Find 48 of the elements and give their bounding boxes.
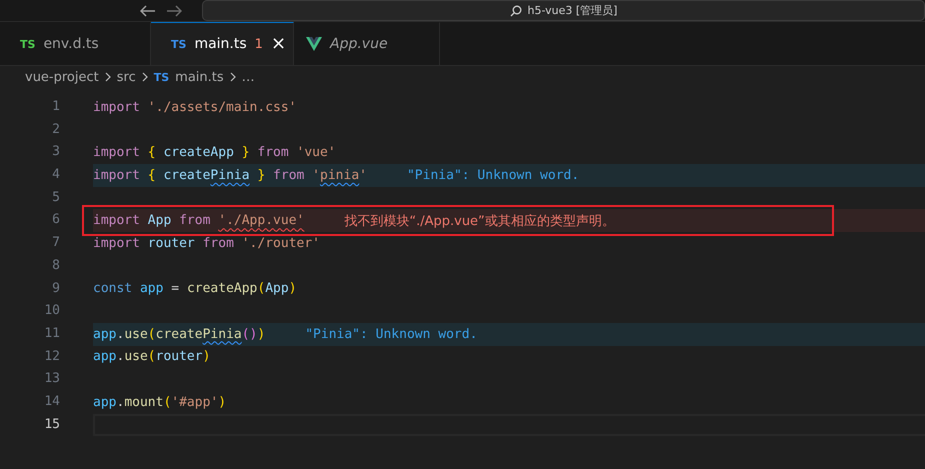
line-number: 15: [43, 416, 60, 434]
code-line: import App from './App.vue': [93, 213, 304, 228]
problem-count: 1: [254, 36, 263, 52]
line-number: 11: [43, 324, 60, 343]
breadcrumb-item[interactable]: src: [116, 70, 136, 84]
chevron-right-icon: [230, 72, 236, 82]
line-number: 5: [51, 188, 60, 207]
forward-arrow-icon[interactable]: [166, 4, 182, 16]
editor-tab[interactable]: TS main.ts 1 ×: [151, 22, 294, 65]
tab-label: main.ts: [194, 36, 247, 52]
typescript-file-icon: TS: [20, 38, 36, 50]
line-number: 12: [43, 348, 60, 366]
tab-label: env.d.ts: [43, 36, 99, 52]
breadcrumb-item[interactable]: …: [242, 70, 255, 84]
back-arrow-icon[interactable]: [140, 4, 156, 16]
line-number: 2: [51, 120, 60, 139]
line-number: 4: [51, 166, 60, 184]
code-line: app.use(createPinia()): [93, 326, 266, 342]
diagnostic-message: "Pinia": Unknown word.: [305, 326, 478, 342]
line-number: 13: [43, 370, 60, 388]
vue-file-icon: [306, 37, 322, 51]
line-number: 8: [51, 256, 60, 275]
breadcrumb-item[interactable]: vue-project: [25, 70, 99, 84]
chevron-right-icon: [142, 72, 148, 82]
line-number: 6: [51, 211, 60, 230]
line-number: 10: [43, 302, 60, 320]
code-line: import router from './router': [93, 236, 320, 251]
close-button[interactable]: ×: [270, 35, 286, 53]
line-number: 14: [43, 392, 60, 411]
line-number: 7: [51, 234, 60, 252]
command-center-search[interactable]: h5-vue3 [管理员]: [202, 0, 925, 21]
chevron-right-icon: [104, 72, 111, 82]
code-line: const app = createApp(App): [93, 281, 297, 296]
code-line: import { createApp } from 'vue': [93, 145, 336, 160]
line-number: 1: [51, 98, 60, 116]
diagnostic-message: 找不到模块“./App.vue”或其相应的类型声明。: [344, 212, 615, 230]
code-line: app.use(router): [93, 349, 210, 364]
tab-label: App.vue: [330, 36, 388, 52]
typescript-file-icon: TS: [154, 70, 170, 84]
typescript-file-icon: TS: [171, 38, 186, 50]
breadcrumb-item[interactable]: main.ts: [175, 70, 224, 84]
code-line: app.mount('#app'): [93, 394, 226, 410]
line-number: 3: [51, 143, 60, 162]
line-number: 9: [51, 280, 60, 298]
diagnostic-message: "Pinia": Unknown word.: [406, 168, 580, 183]
code-line: import { createPinia } from 'pinia': [93, 168, 367, 183]
search-icon: [510, 4, 522, 16]
code-line: import './assets/main.css': [93, 100, 297, 115]
